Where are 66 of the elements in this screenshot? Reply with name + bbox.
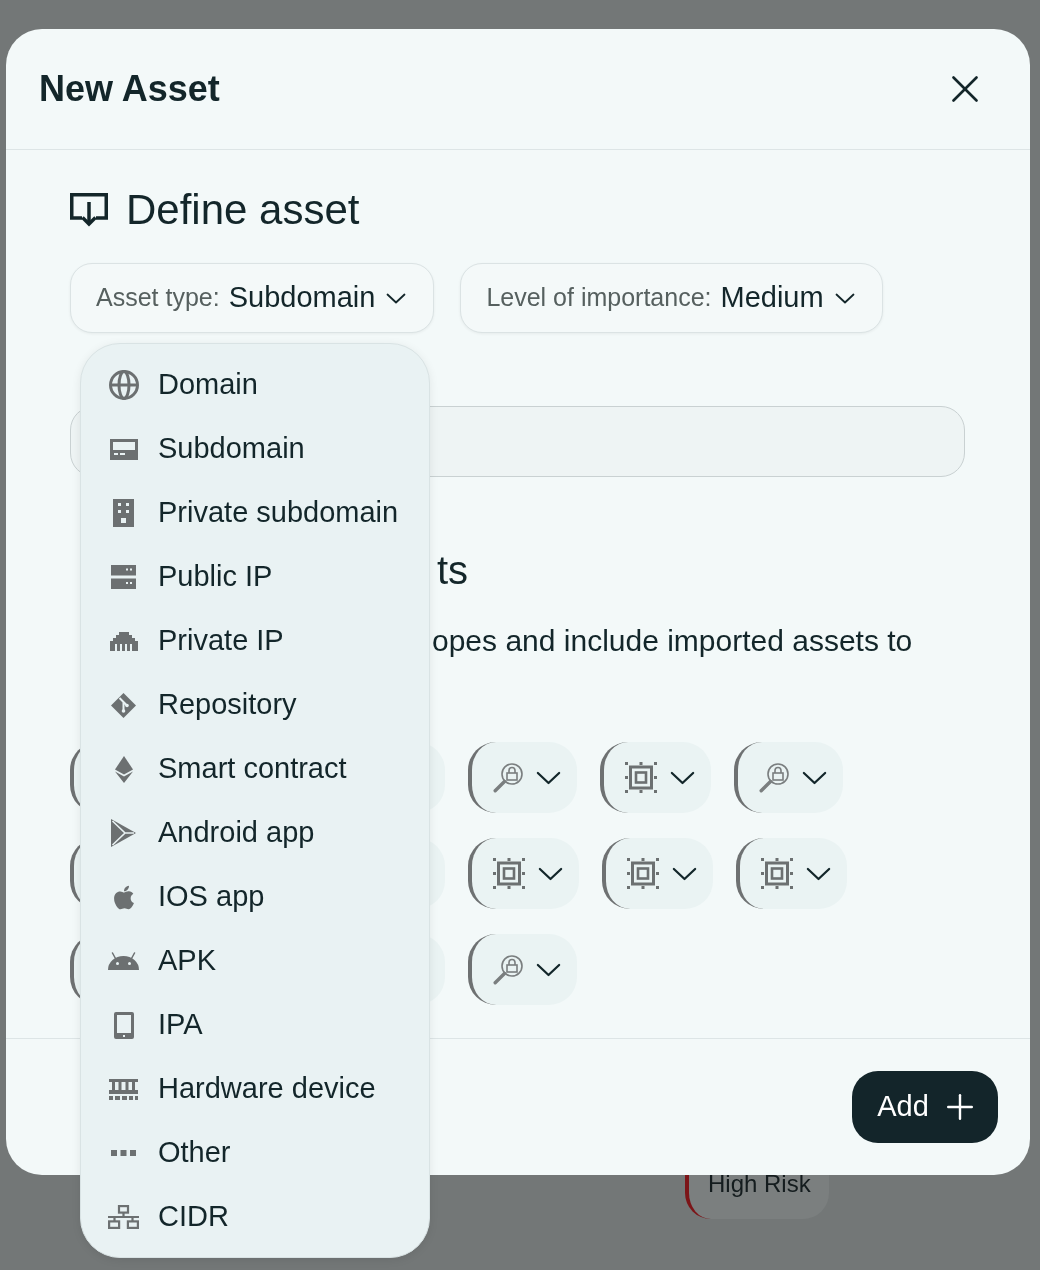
tray-arrow-down-icon (70, 193, 108, 227)
robot-head-icon (108, 952, 139, 970)
chevron-down-icon (536, 962, 561, 977)
dropdown-select[interactable]: Level of importance: Medium (460, 263, 883, 333)
server-icon (111, 565, 136, 589)
plus-icon (946, 1094, 973, 1120)
menu-item[interactable]: Public IP (81, 545, 429, 609)
menu-item[interactable]: IOS app (81, 865, 429, 929)
apple-icon (112, 883, 135, 911)
chevron-down-icon (834, 292, 855, 304)
scope-chip[interactable] (468, 934, 577, 1005)
menu-item[interactable]: Android app (81, 801, 429, 865)
menu-item[interactable]: Private subdomain (81, 481, 429, 545)
chevron-down-icon (670, 770, 695, 785)
diamond-icon (114, 755, 133, 783)
section-heading: ts (437, 549, 469, 591)
lock-magnifier-icon (493, 762, 523, 793)
frame-select-icon (761, 858, 793, 889)
scope-chip[interactable] (468, 742, 577, 813)
dots-icon (111, 1150, 136, 1156)
chevron-down-icon (386, 292, 407, 304)
diamond-branch-icon (111, 692, 136, 718)
chevron-down-icon (806, 866, 831, 881)
play-triangle-icon (111, 819, 136, 847)
scope-chip[interactable] (736, 838, 847, 909)
caption-card-icon (109, 438, 138, 460)
select-label: Asset type: (96, 282, 220, 314)
menu-item[interactable]: CIDR (81, 1185, 429, 1249)
scope-chip[interactable] (602, 838, 713, 909)
ethernet-port-icon (109, 631, 138, 651)
network-icon (108, 1205, 139, 1229)
select-value: Medium (720, 280, 824, 316)
scope-chip[interactable] (734, 742, 843, 813)
close-icon (952, 76, 978, 102)
add-button[interactable]: Add (852, 1071, 998, 1143)
select-value: Subdomain (228, 280, 376, 316)
chevron-down-icon (536, 770, 561, 785)
memory-stick-icon (109, 1078, 138, 1100)
close-button[interactable] (952, 76, 978, 102)
section-description: opes and include imported assets to (432, 623, 913, 659)
chevron-down-icon (802, 770, 827, 785)
section-heading: Define asset (126, 189, 360, 231)
menu-item[interactable]: Hardware device (81, 1057, 429, 1121)
scope-chip[interactable] (600, 742, 711, 813)
menu-item[interactable]: IPA (81, 993, 429, 1057)
menu-item[interactable]: Repository (81, 673, 429, 737)
scope-chip[interactable] (468, 838, 579, 909)
menu-item[interactable]: Other (81, 1121, 429, 1185)
dropdown-select[interactable]: Asset type: Subdomain (70, 263, 435, 333)
select-label: Level of importance: (486, 282, 712, 314)
chevron-down-icon (538, 866, 563, 881)
building-icon (113, 499, 134, 527)
phone-icon (113, 1011, 134, 1039)
menu-item[interactable]: Private IP (81, 609, 429, 673)
frame-select-icon (627, 858, 659, 889)
menu-item[interactable]: Domain (81, 353, 429, 417)
globe-icon (108, 370, 139, 400)
frame-select-icon (493, 858, 525, 889)
menu-item[interactable]: Smart contract (81, 737, 429, 801)
lock-magnifier-icon (493, 954, 523, 985)
lock-magnifier-icon (759, 762, 789, 793)
chevron-down-icon (672, 866, 697, 881)
modal-title: New Asset (39, 67, 220, 111)
menu-item[interactable]: Subdomain (81, 417, 429, 481)
frame-select-icon (625, 762, 657, 793)
menu-item[interactable]: APK (81, 929, 429, 993)
